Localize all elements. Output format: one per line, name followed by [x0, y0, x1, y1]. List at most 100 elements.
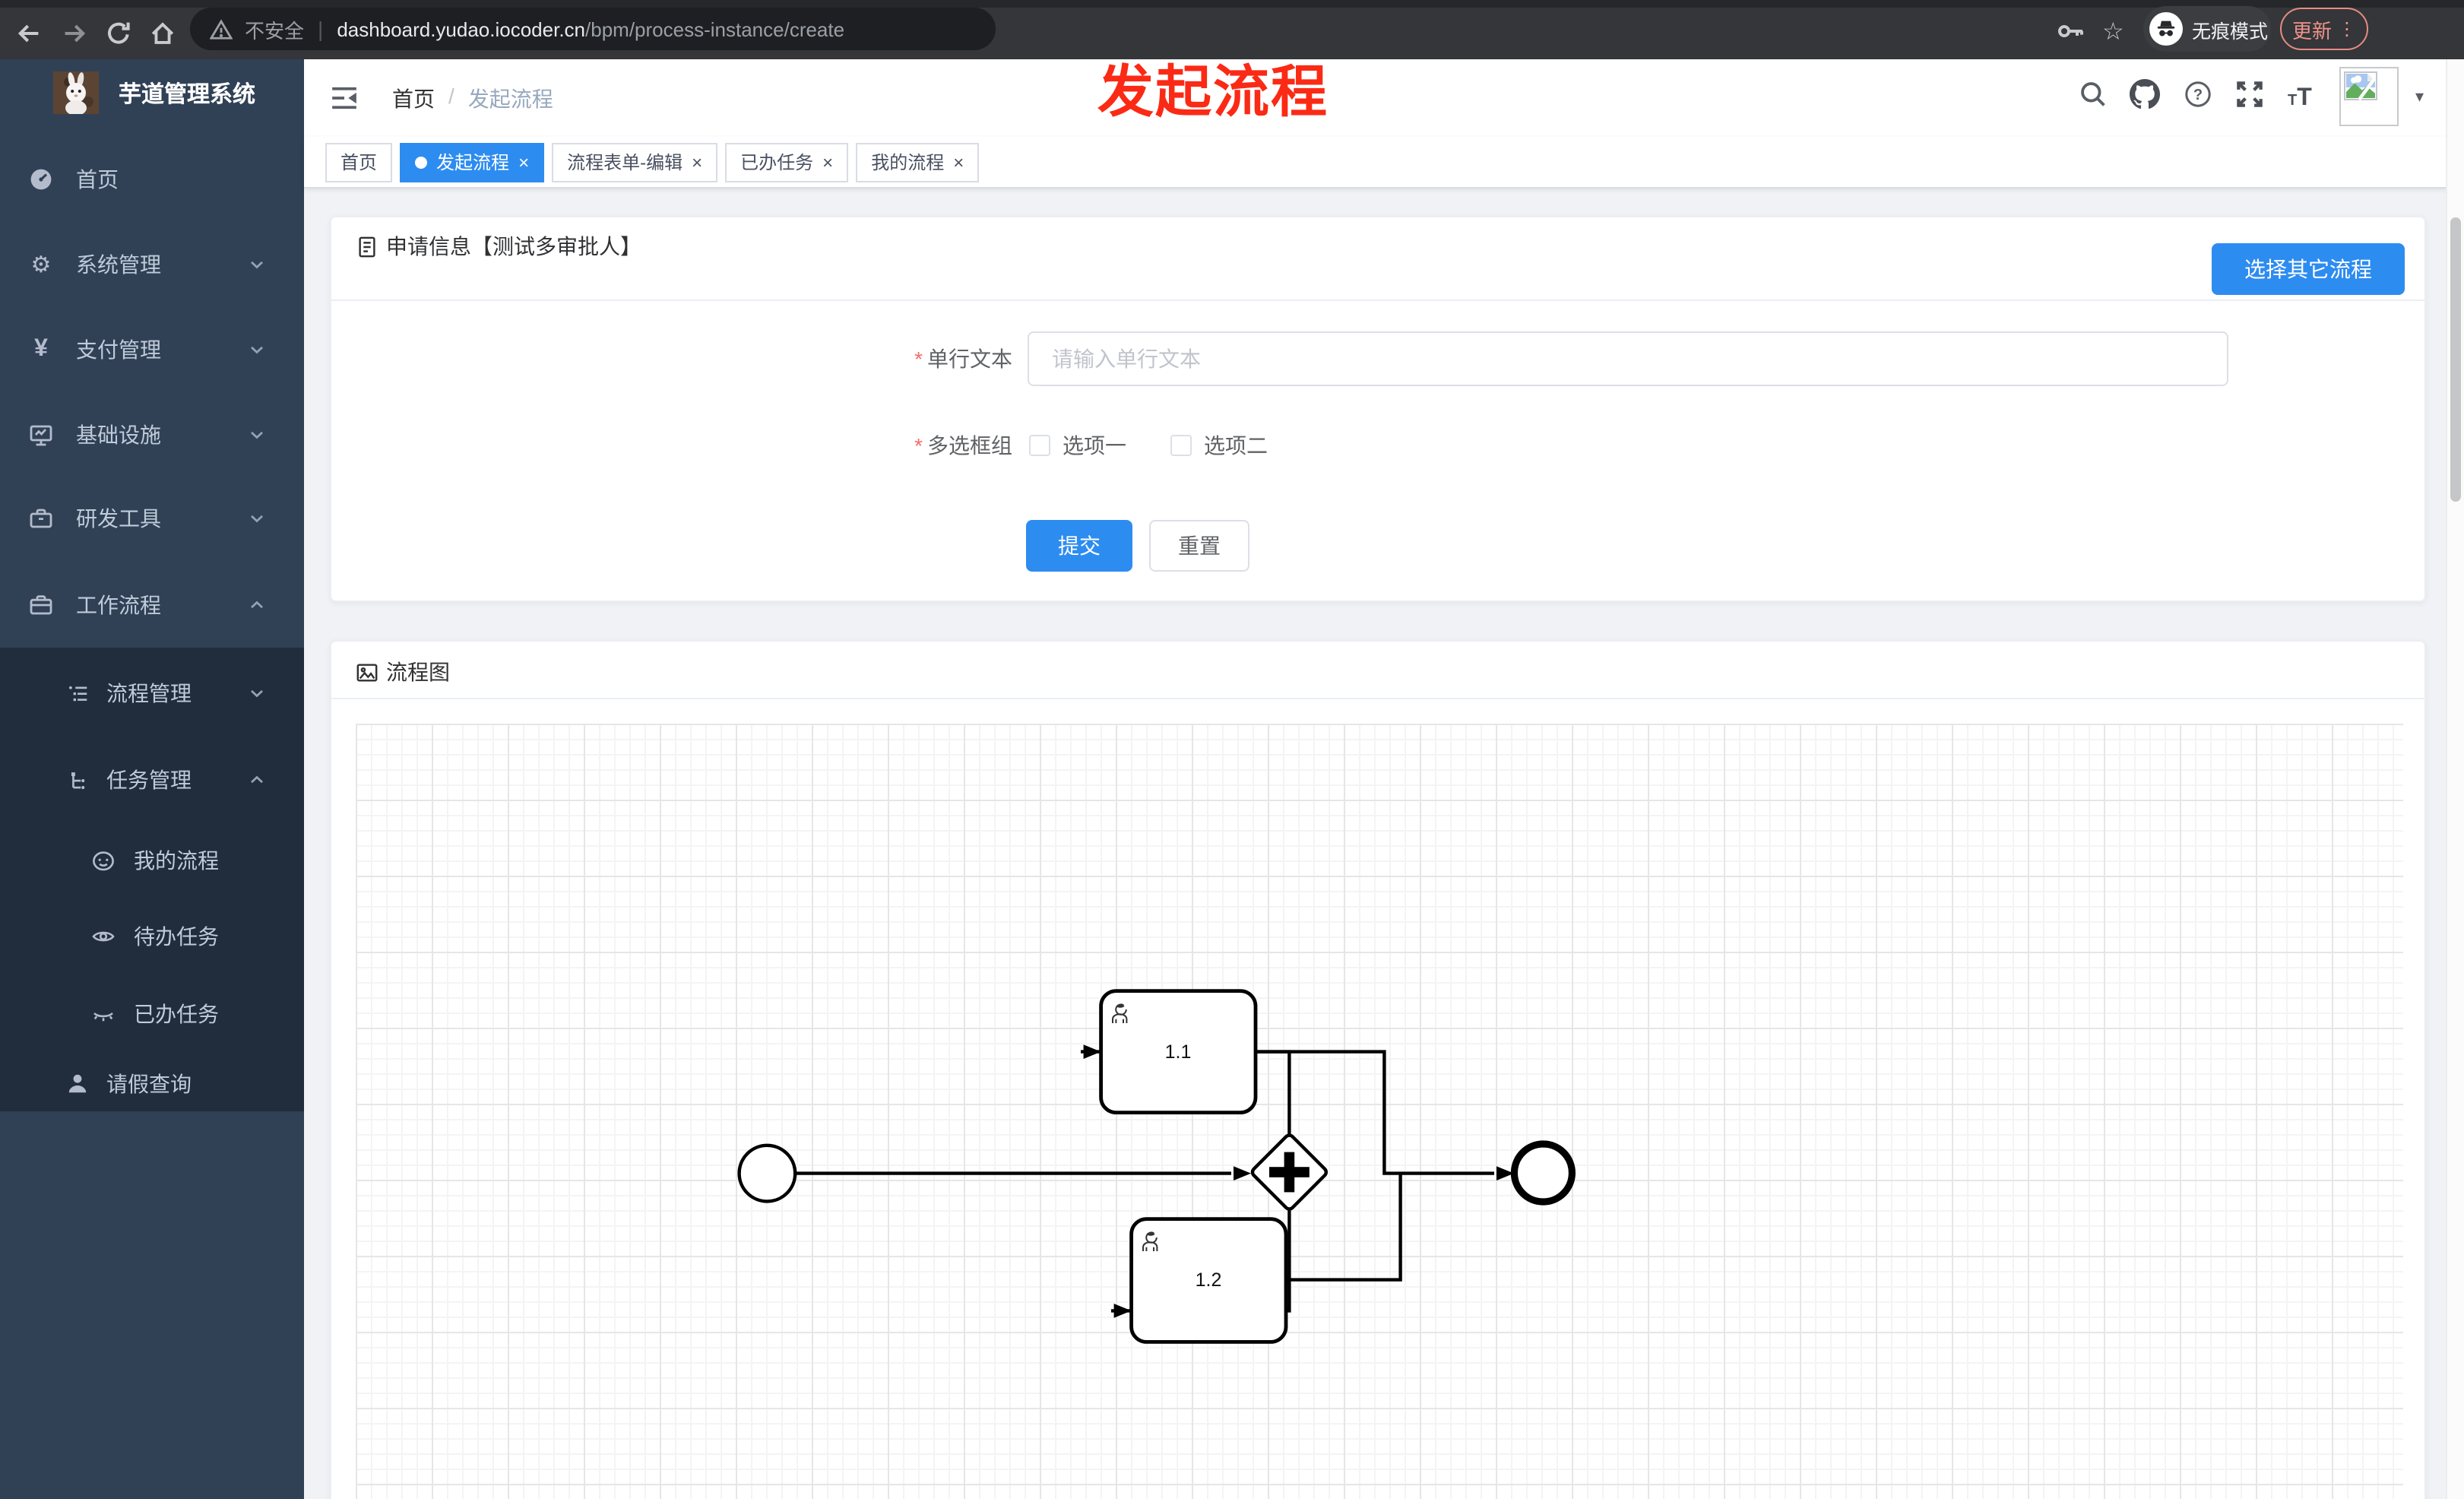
tab-my-process[interactable]: 我的流程 ×: [856, 142, 980, 182]
process-diagram-card: 流程图 1.1 1.2: [330, 640, 2426, 1499]
sidebar-item-system-management[interactable]: ⚙ 系统管理: [0, 225, 304, 304]
sidebar-item-todo-tasks[interactable]: 待办任务: [0, 897, 304, 976]
gear-icon: ⚙: [30, 252, 52, 278]
user-task-1-2[interactable]: 1.2: [1129, 1217, 1288, 1344]
checkbox-icon[interactable]: [1170, 435, 1192, 456]
breadcrumb-current: 发起流程: [467, 87, 553, 111]
user-task-1-1[interactable]: 1.1: [1099, 989, 1258, 1115]
chevron-down-icon: [246, 339, 268, 360]
select-other-process-button[interactable]: 选择其它流程: [2212, 243, 2405, 295]
page: 不安全 | dashboard.yudao.iocoder.cn /bpm/pr…: [0, 0, 2464, 1499]
chevron-down-icon: [246, 254, 268, 275]
apply-info-title: 申请信息【测试多审批人】: [386, 234, 641, 258]
chevron-up-icon: [246, 594, 268, 616]
yen-icon: ¥: [34, 336, 48, 362]
browser-back-icon[interactable]: [15, 20, 43, 47]
url-host[interactable]: dashboard.yudao.iocoder.cn: [337, 17, 585, 40]
tab-create-process[interactable]: 发起流程 ×: [400, 142, 545, 182]
breadcrumb-home[interactable]: 首页: [392, 84, 435, 114]
document-icon: [356, 235, 378, 258]
incognito-badge: 无痕模式: [2143, 6, 2271, 52]
face-icon: [90, 847, 117, 874]
single-line-text-label: * 单行文本: [914, 347, 1012, 371]
sidebar-item-my-process[interactable]: 我的流程: [0, 821, 304, 900]
reset-button[interactable]: 重置: [1149, 520, 1249, 572]
sidebar-item-workflow[interactable]: 工作流程: [0, 566, 304, 645]
url-path[interactable]: /bpm/process-instance/create: [585, 17, 844, 40]
apply-info-title-row: 申请信息【测试多审批人】: [356, 231, 641, 261]
browser-tab-strip: [0, 0, 2464, 8]
breadcrumb-separator: /: [448, 84, 454, 108]
sidebar-item-done-tasks[interactable]: 已办任务: [0, 975, 304, 1054]
checkbox-option-1[interactable]: 选项一: [1029, 430, 1126, 461]
caret-down-icon[interactable]: ▾: [2415, 87, 2424, 106]
sidebar-collapse-icon[interactable]: [330, 84, 359, 113]
diagram-title-row: 流程图: [356, 657, 450, 687]
tab-form-edit[interactable]: 流程表单-编辑 ×: [552, 142, 718, 182]
browser-forward-icon[interactable]: [61, 20, 88, 47]
sidebar-item-payment-management[interactable]: ¥ 支付管理: [0, 310, 304, 389]
sidebar-item-dev-tools[interactable]: 研发工具: [0, 479, 304, 558]
bookmark-star-icon[interactable]: ☆: [2102, 17, 2124, 47]
tags-view-bar: 首页 发起流程 × 流程表单-编辑 × 已办任务 × 我的流程 ×: [304, 137, 2464, 189]
end-event[interactable]: [1510, 1140, 1576, 1206]
browser-menu-dots-icon[interactable]: ⋮: [2338, 20, 2356, 38]
checkbox-option-2[interactable]: 选项二: [1170, 430, 1268, 461]
bpmn-canvas[interactable]: 1.1 1.2: [356, 724, 2403, 1499]
tree-list-icon: [64, 680, 91, 707]
start-event[interactable]: [737, 1143, 797, 1203]
required-asterisk: *: [914, 347, 923, 371]
sidebar-item-infrastructure[interactable]: 基础设施: [0, 395, 304, 474]
sidebar-item-home[interactable]: 首页: [0, 140, 304, 219]
close-icon[interactable]: ×: [518, 153, 529, 171]
single-line-text-input[interactable]: [1028, 331, 2228, 386]
avatar[interactable]: [2339, 67, 2399, 126]
address-bar[interactable]: 不安全 | dashboard.yudao.iocoder.cn /bpm/pr…: [190, 8, 996, 50]
github-icon[interactable]: [2130, 79, 2160, 109]
diagram-title: 流程图: [386, 660, 450, 684]
not-secure-icon: [210, 17, 233, 40]
submit-button[interactable]: 提交: [1026, 520, 1132, 572]
sidebar-item-leave-query[interactable]: 请假查询: [0, 1044, 304, 1123]
close-icon[interactable]: ×: [953, 153, 964, 171]
close-icon[interactable]: ×: [692, 153, 702, 171]
update-label[interactable]: 更新: [2292, 14, 2332, 43]
card-divider: [331, 299, 2424, 301]
font-size-icon[interactable]: TT: [2288, 85, 2312, 113]
tab-done-tasks[interactable]: 已办任务 ×: [725, 142, 849, 182]
eye-open-icon: [90, 923, 117, 950]
briefcase-icon: [27, 591, 55, 619]
apply-info-card: 申请信息【测试多审批人】 选择其它流程 *单行文本 *多选框组 选项一 选项二 …: [330, 216, 2426, 602]
user-icon: [64, 1070, 91, 1098]
browser-home-icon[interactable]: [149, 20, 176, 47]
parallel-gateway[interactable]: [1250, 1133, 1329, 1211]
page-scrollbar-thumb[interactable]: [2450, 217, 2461, 502]
browser-reload-icon[interactable]: [105, 20, 132, 47]
chevron-down-icon: [246, 508, 268, 529]
app-title[interactable]: 芋道管理系统: [119, 78, 255, 109]
close-icon[interactable]: ×: [822, 153, 833, 171]
search-icon[interactable]: [2079, 81, 2107, 108]
browser-update-button[interactable]: 更新 ⋮: [2280, 8, 2368, 50]
password-key-icon[interactable]: [2057, 18, 2086, 44]
checkbox-group-label: * 多选框组: [914, 433, 1012, 458]
sidebar-item-task-management[interactable]: 任务管理: [0, 740, 304, 819]
url-divider: |: [318, 17, 324, 41]
chevron-down-icon: [246, 424, 268, 445]
tab-home[interactable]: 首页: [325, 142, 393, 182]
monitor-icon: [27, 421, 55, 448]
task-label: 1.1: [1165, 1041, 1192, 1063]
checkbox-icon[interactable]: [1029, 435, 1050, 456]
breadcrumb: 首页 / 发起流程: [392, 84, 553, 114]
incognito-icon: [2149, 12, 2183, 46]
app-logo: [53, 71, 99, 114]
sidebar-item-process-management[interactable]: 流程管理: [0, 654, 304, 733]
not-secure-label[interactable]: 不安全: [245, 14, 304, 43]
incognito-label: 无痕模式: [2192, 21, 2269, 42]
help-icon[interactable]: ?: [2184, 81, 2212, 108]
fullscreen-icon[interactable]: [2236, 81, 2263, 108]
active-tab-dot: [415, 156, 428, 168]
bpmn-diagram: 1.1 1.2: [737, 989, 1576, 1344]
task-label: 1.2: [1196, 1269, 1222, 1291]
required-asterisk: *: [914, 433, 923, 458]
